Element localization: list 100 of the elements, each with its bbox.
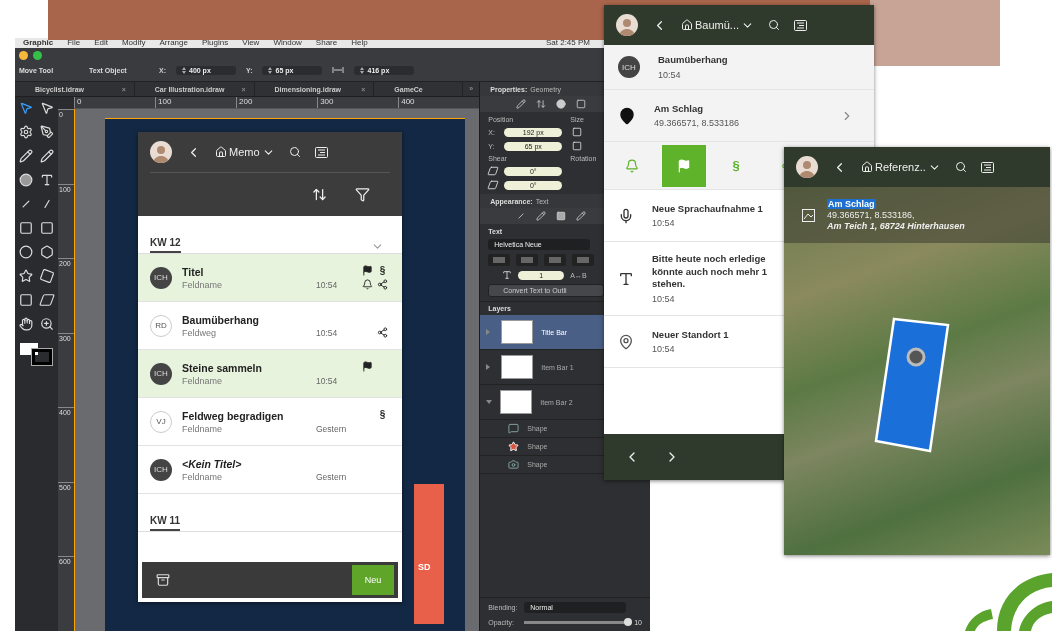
memo-time: 10:54	[316, 279, 339, 290]
align-button[interactable]	[544, 254, 567, 266]
zoom-button[interactable]	[33, 51, 42, 61]
avatar[interactable]	[616, 14, 638, 36]
speech-bubble-icon	[508, 423, 520, 434]
stepper-icon[interactable]	[268, 66, 273, 74]
menu-item[interactable]: Edit	[94, 38, 108, 48]
layer-thumbnail	[501, 355, 534, 379]
bell-icon	[625, 158, 639, 173]
entry-time: 10:54	[652, 294, 676, 305]
initials-avatar: ICH	[150, 362, 172, 385]
stepper-icon[interactable]	[360, 66, 365, 74]
pointer-tool-icon[interactable]	[18, 101, 33, 115]
gear-icon[interactable]	[18, 125, 33, 139]
place-name: Am Schlag	[827, 199, 876, 209]
memo-row[interactable]: RD Baumüberhang Feldweg 10:54	[138, 302, 402, 350]
memo-title: Baumüberhang	[182, 313, 260, 326]
memo-title: Steine sammeln	[182, 361, 263, 374]
screen-title[interactable]: Memo	[229, 146, 260, 158]
sphere-icon[interactable]	[556, 99, 567, 109]
menu-item[interactable]: Help	[351, 38, 368, 48]
memo-title: <Kein Titel>	[182, 457, 243, 470]
pencil-icon[interactable]	[40, 149, 55, 163]
avatar[interactable]	[796, 156, 818, 178]
hand-tool-icon[interactable]	[18, 317, 33, 331]
menu-item[interactable]: View	[242, 38, 260, 48]
memo-field: Feldweg	[182, 327, 306, 338]
home-icon[interactable]	[861, 161, 873, 173]
menu-icon[interactable]	[980, 161, 994, 173]
align-button[interactable]	[516, 254, 539, 266]
memo-time: Gestern	[316, 471, 348, 482]
menu-icon[interactable]	[314, 146, 328, 158]
home-icon[interactable]	[681, 19, 693, 31]
field-polygon-drawing[interactable]	[874, 317, 950, 453]
paragraph-sign: §	[379, 409, 386, 420]
text-tool-icon[interactable]	[40, 173, 55, 187]
align-lines-icon	[576, 257, 591, 263]
stepper-icon[interactable]	[182, 66, 186, 74]
menu-item[interactable]: Window	[273, 38, 302, 48]
pencil-icon[interactable]	[18, 149, 33, 163]
memo-field: Feldname	[182, 375, 306, 386]
memo-row[interactable]: VJ Feldweg begradigen Feldname Gestern §	[138, 398, 402, 446]
zoom-tool-icon[interactable]	[40, 317, 55, 331]
search-icon[interactable]	[288, 146, 301, 158]
section-heading: KW 11	[150, 515, 180, 531]
memo-title: Baumüberhang	[658, 54, 729, 67]
menu-item[interactable]: Graphic	[23, 38, 54, 48]
slider-thumb[interactable]	[624, 618, 633, 626]
pointer-tool-icon[interactable]	[40, 101, 55, 115]
microphone-icon	[618, 207, 634, 224]
menu-item[interactable]: Modify	[121, 38, 146, 48]
menu-item[interactable]: Plugins	[201, 38, 229, 48]
menu-icon[interactable]	[794, 19, 808, 31]
entry-title: Bitte heute noch erledige könnte auch noch mehr 1 stehen.	[652, 252, 769, 292]
layer-thumbnail	[500, 390, 533, 414]
search-icon[interactable]	[768, 19, 781, 31]
size-icon	[572, 141, 583, 151]
horizontal-ruler: 0 100 200 300 400	[74, 97, 480, 109]
filter-icon[interactable]	[355, 187, 370, 202]
opacity-slider[interactable]	[524, 618, 629, 627]
initials-avatar: ICH	[150, 266, 172, 289]
menu-item[interactable]: File	[67, 38, 81, 48]
align-button[interactable]	[572, 254, 595, 266]
shear-tool-icon[interactable]	[37, 293, 57, 307]
color-swatch[interactable]	[19, 341, 54, 363]
pen-tool-icon[interactable]	[40, 125, 55, 139]
star-tool-icon[interactable]	[18, 269, 33, 283]
minimize-button[interactable]	[19, 51, 28, 61]
avatar[interactable]	[150, 141, 172, 163]
menu-item[interactable]: Share	[315, 38, 338, 48]
hexagon-tool-icon[interactable]	[40, 245, 55, 259]
home-icon[interactable]	[215, 146, 227, 158]
screen-title[interactable]: Referenz..	[875, 161, 926, 173]
location-title: Am Schlag	[654, 102, 705, 116]
size-icon	[572, 127, 583, 137]
archive-icon[interactable]	[156, 573, 170, 587]
coordinates: 49.366571, 8.533186,	[827, 210, 916, 220]
memo-row[interactable]: ICH <Kein Titel> Feldname Gestern	[138, 446, 402, 494]
entry-title: Neue Sprachaufnahme 1	[652, 202, 764, 216]
fill-icon[interactable]	[556, 211, 567, 221]
text-icon	[618, 270, 634, 287]
rounded-rectangle-icon[interactable]	[40, 221, 55, 235]
memo-row[interactable]: ICH Steine sammeln Feldname 10:54	[138, 350, 402, 398]
ellipse-tool-icon[interactable]	[18, 245, 33, 259]
entry-time: 10:54	[652, 344, 676, 355]
paragraph-sign: §	[379, 265, 386, 276]
memo-time: 10:54	[658, 69, 682, 80]
search-icon[interactable]	[954, 161, 967, 173]
menu-item[interactable]: Arrange	[159, 38, 188, 48]
camera-icon	[508, 459, 520, 470]
screen-title[interactable]: Baumü...	[695, 19, 740, 31]
memo-time: 10:54	[316, 375, 339, 386]
align-button[interactable]	[488, 254, 511, 266]
rectangle-tool-icon[interactable]	[18, 221, 33, 235]
entry-title: Neuer Standort 1	[652, 328, 730, 342]
sort-icon[interactable]	[312, 187, 327, 202]
memo-row[interactable]: ICH Titel Feldname 10:54 §	[138, 254, 402, 302]
flag-button[interactable]	[662, 144, 706, 187]
initials-avatar: RD	[150, 314, 172, 337]
square-tool-icon[interactable]	[18, 293, 33, 307]
